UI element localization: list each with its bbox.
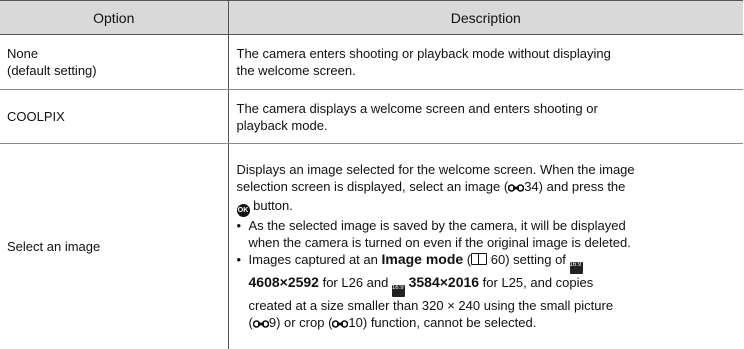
description-cell: The camera displays a welcome screen and… [228, 90, 743, 144]
description-text: ( [463, 252, 471, 267]
description-text: ) and press the [539, 179, 626, 194]
reference-arrow-icon [508, 180, 524, 197]
page-reference: 9) or crop ( [269, 315, 333, 330]
description-text: The camera displays a welcome screen and… [237, 100, 738, 117]
table-row: Select an image Displays an image select… [0, 144, 743, 349]
description-column-header: Description [228, 1, 743, 35]
ok-button-icon: OK [237, 204, 250, 217]
description-text: Displays an image selected for the welco… [237, 161, 738, 178]
option-cell: Select an image [0, 144, 228, 349]
description-text: playback mode. [237, 117, 738, 134]
reference-arrow-icon [332, 316, 348, 333]
description-text: button. [250, 198, 293, 213]
book-reference-icon [471, 253, 487, 265]
table-row: None (default setting) The camera enters… [0, 35, 743, 90]
page-reference: 34 [524, 179, 538, 194]
description-text: selection screen is displayed, select an… [237, 179, 509, 194]
options-table: Option Description None (default setting… [0, 0, 743, 349]
description-text: As the selected image is saved by the ca… [249, 217, 738, 234]
description-cell: The camera enters shooting or playback m… [228, 35, 743, 90]
description-text: for L25, and copies [479, 275, 593, 290]
description-text: when the camera is turned on even if the… [249, 234, 738, 251]
image-mode-icon: 16:9 7M [392, 285, 405, 297]
description-text: created at a size smaller than 320 × 240… [249, 297, 738, 314]
setting-name: Image mode [381, 251, 463, 267]
description-text: the welcome screen. [237, 62, 738, 79]
reference-arrow-icon [253, 316, 269, 333]
option-cell: COOLPIX [0, 90, 228, 144]
option-note: (default setting) [7, 62, 228, 79]
page-reference: 60) setting of [487, 252, 569, 267]
table-header-row: Option Description [0, 1, 743, 35]
description-text: OK button. [237, 197, 738, 217]
description-text: selection screen is displayed, select an… [237, 178, 738, 197]
description-text: (9) or crop (10) function, cannot be sel… [249, 314, 738, 333]
table-row: COOLPIX The camera displays a welcome sc… [0, 90, 743, 144]
description-text: Images captured at an [249, 252, 382, 267]
option-name: COOLPIX [7, 108, 228, 125]
option-cell: None (default setting) [0, 35, 228, 90]
option-name: None [7, 45, 228, 62]
bullet-item: Images captured at an Image mode ( 60) s… [237, 251, 738, 333]
description-text: 4608×2592 for L26 and 16:9 7M 3584×2016 … [249, 274, 738, 297]
setting-value: 3584×2016 [409, 274, 479, 290]
description-intro: Displays an image selected for the welco… [237, 161, 738, 217]
description-text: for L26 and [319, 275, 392, 290]
setting-value: 4608×2592 [249, 274, 319, 290]
option-name: Select an image [7, 238, 228, 255]
description-text: Images captured at an Image mode ( 60) s… [249, 251, 738, 274]
description-cell: Displays an image selected for the welco… [228, 144, 743, 349]
page-reference: 10) function, cannot be selected. [348, 315, 536, 330]
bullet-item: As the selected image is saved by the ca… [237, 217, 738, 251]
description-text: The camera enters shooting or playback m… [237, 45, 738, 62]
image-mode-icon: 16:9 12M [570, 262, 583, 274]
option-column-header: Option [0, 1, 228, 35]
